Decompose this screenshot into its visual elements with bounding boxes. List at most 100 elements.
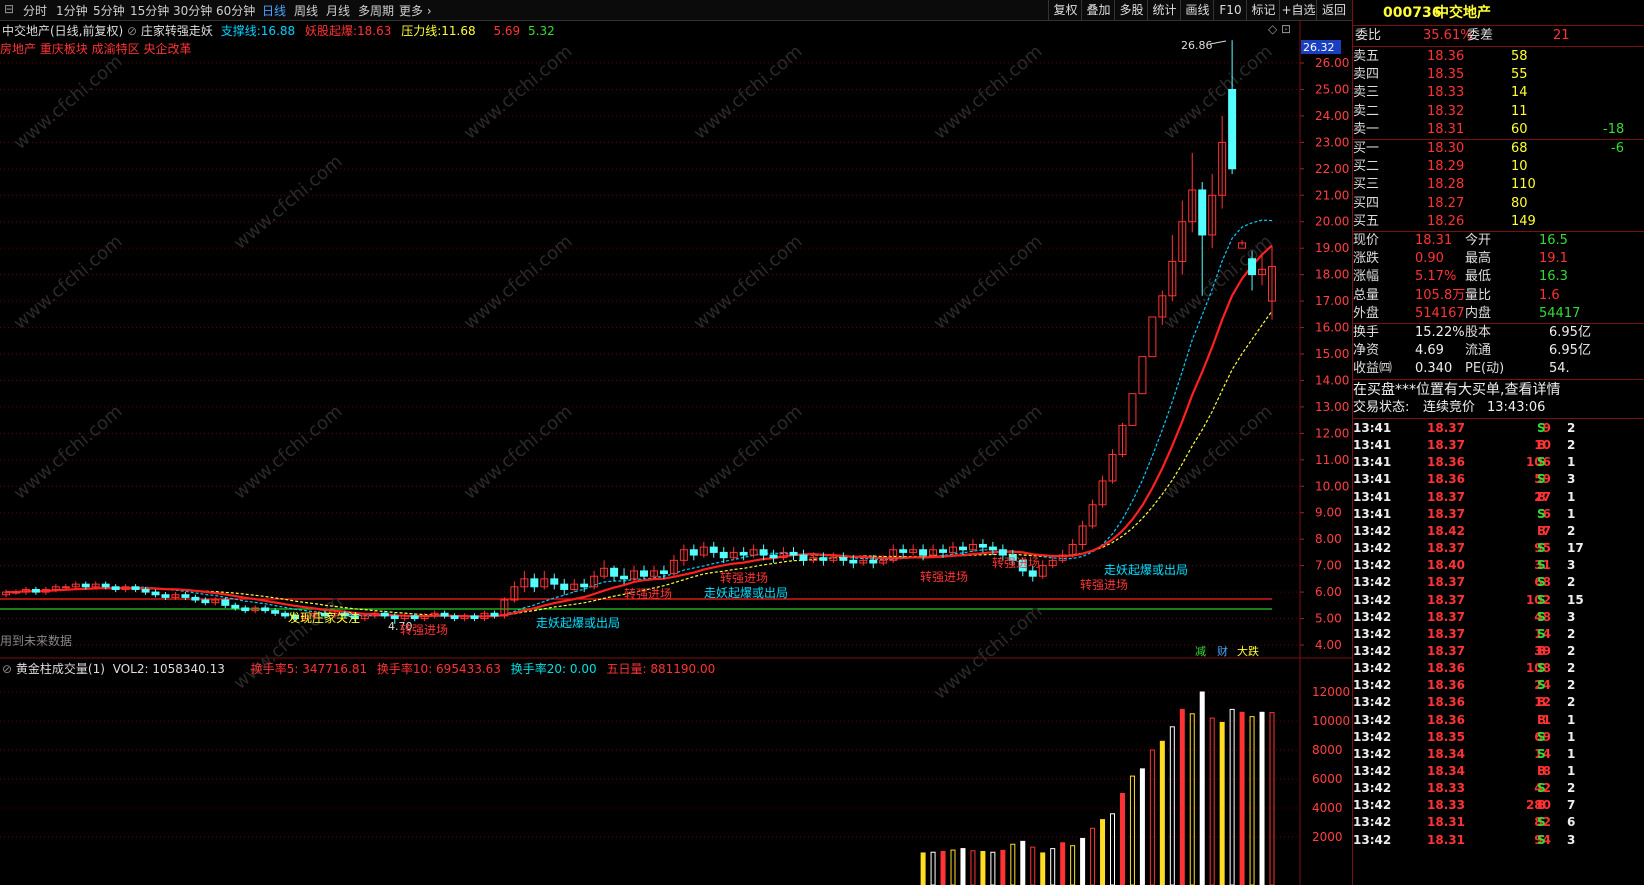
ratio-label: 委比 <box>1355 28 1382 43</box>
candle-body <box>709 546 718 553</box>
candle-body <box>739 551 748 556</box>
price-tick-label: 6.00 <box>1315 585 1342 599</box>
tick-row: 13:42 18.33 42 S 2 <box>1353 780 1644 797</box>
tick-time: 13:42 <box>1353 643 1392 658</box>
tick-row: 13:42 18.31 94 S 3 <box>1353 832 1644 849</box>
collapse-icon[interactable]: ⊟ <box>4 2 14 16</box>
candle-body <box>659 570 668 575</box>
stat-label: 总量 <box>1353 287 1380 303</box>
tick-row: 13:41 18.37 6 S 1 <box>1353 506 1644 523</box>
tick-time: 13:42 <box>1353 523 1392 538</box>
badge-0: 减 <box>1195 645 1206 658</box>
volume-bar <box>1100 819 1106 885</box>
period-tab-5[interactable]: 60分钟 <box>216 2 255 19</box>
candle-body <box>869 559 878 564</box>
period-tab-more[interactable]: 更多 › <box>399 2 432 19</box>
tick-count: 3 <box>1567 472 1576 487</box>
diff-value: 21 <box>1553 28 1570 43</box>
btn-back[interactable]: 返回 <box>1316 0 1351 20</box>
btn-fuquan[interactable]: 复权 <box>1048 0 1082 20</box>
tick-count: 2 <box>1567 695 1576 710</box>
diamond-icon[interactable]: ◇ ⊡ <box>1268 22 1291 36</box>
period-tab-3[interactable]: 15分钟 <box>130 2 169 19</box>
vol-toggle-icon[interactable]: ⊘ <box>2 662 12 676</box>
price-tick-label: 13.00 <box>1315 400 1349 414</box>
price-tick-label: 26.00 <box>1315 56 1349 70</box>
svg-text:www.cfchi.com: www.cfchi.com <box>10 51 127 154</box>
btn-f10[interactable]: F10 <box>1213 0 1247 20</box>
btn-draw[interactable]: 画线 <box>1180 0 1214 20</box>
svg-text:www.cfchi.com: www.cfchi.com <box>230 151 347 254</box>
period-toolbar: ⊟ 分时 1分钟 5分钟 15分钟 30分钟 60分钟 日线 周线 月线 多周期… <box>0 0 1352 21</box>
demon-label: 妖股起爆: <box>304 24 358 38</box>
period-tab-9[interactable]: 多周期 <box>358 2 394 19</box>
bid-vol: 10 <box>1511 159 1528 175</box>
stat-label2: 量比 <box>1465 287 1492 303</box>
candle-body <box>988 546 997 551</box>
period-tab-7[interactable]: 周线 <box>294 2 318 19</box>
volume-bar <box>1229 708 1235 885</box>
bigorder-notice[interactable]: 在买盘***位置有大买单,查看详情 <box>1353 381 1644 399</box>
ask-price: 18.32 <box>1427 103 1465 119</box>
ask-row: 卖三 18.33 14 <box>1353 84 1644 102</box>
volume-tick-label: 2000 <box>1312 830 1343 844</box>
period-tab-8[interactable]: 月线 <box>326 2 350 19</box>
btn-stats[interactable]: 统计 <box>1147 0 1181 20</box>
ask-row: 卖四 18.35 55 <box>1353 66 1644 84</box>
kline-chart[interactable]: www.cfchi.com www.cfchi.com www.cfchi.co… <box>0 20 1352 885</box>
period-tab-1[interactable]: 1分钟 <box>56 2 88 19</box>
indicator-toggle-icon[interactable]: ⊘ <box>127 24 137 38</box>
vol-indicator-name[interactable]: 黄金柱成交量(1) <box>16 662 105 676</box>
ask-vol: 14 <box>1511 85 1528 101</box>
candle-body <box>819 557 828 561</box>
concept-tags: 房地产 重庆板块 成渝特区 央企改革 <box>0 42 192 56</box>
tick-count: 1 <box>1567 489 1576 504</box>
svg-text:www.cfchi.com: www.cfchi.com <box>930 601 1047 704</box>
ask-vol: 60 <box>1511 121 1528 137</box>
tick-time: 13:41 <box>1353 421 1392 435</box>
period-tab-4[interactable]: 30分钟 <box>173 2 212 19</box>
tick-count: 2 <box>1567 661 1576 676</box>
candle-body <box>231 604 240 609</box>
tick-side: S <box>1537 832 1546 847</box>
svg-text:www.cfchi.com: www.cfchi.com <box>930 41 1047 144</box>
volume-bar <box>1249 716 1255 885</box>
price-tick-label: 22.00 <box>1315 162 1349 176</box>
btn-mark[interactable]: 标记 <box>1246 0 1280 20</box>
turnover10: 换手率10: 695433.63 <box>376 662 501 676</box>
tick-price: 18.31 <box>1427 815 1465 830</box>
candle-body <box>998 549 1007 556</box>
volume-bar <box>920 852 926 885</box>
svg-text:www.cfchi.com: www.cfchi.com <box>690 401 807 504</box>
candle-body <box>181 594 190 598</box>
price-tick-label: 24.00 <box>1315 109 1349 123</box>
bid-row: 买五 18.26 149 <box>1353 213 1644 231</box>
volume-bar <box>1060 842 1066 885</box>
period-tab-0[interactable]: 分时 <box>23 2 47 19</box>
volume-bar <box>1219 721 1225 885</box>
tick-count: 2 <box>1567 575 1576 590</box>
ask-vol: 58 <box>1511 49 1528 64</box>
tick-price: 18.36 <box>1427 661 1465 676</box>
candle-body <box>191 596 200 601</box>
tick-time: 13:42 <box>1353 781 1392 796</box>
candle-body <box>899 549 908 553</box>
period-tab-6[interactable]: 日线 <box>262 2 286 19</box>
stat2-label2: PE(动) <box>1465 361 1505 377</box>
period-tab-2[interactable]: 5分钟 <box>93 2 125 19</box>
price-tick-label: 9.00 <box>1315 506 1342 520</box>
tick-price: 18.31 <box>1427 832 1465 847</box>
tick-time: 13:42 <box>1353 764 1392 778</box>
stock-name: 中交地产 <box>1435 5 1491 21</box>
btn-add-watch[interactable]: +自选 <box>1279 0 1317 20</box>
tick-count: 1 <box>1567 729 1576 744</box>
btn-overlay[interactable]: 叠加 <box>1081 0 1115 20</box>
indicator-name[interactable]: 庄家转强走妖 <box>141 24 213 38</box>
candle-body <box>470 615 479 620</box>
tick-side: S <box>1537 592 1546 607</box>
btn-multi-stock[interactable]: 多股 <box>1114 0 1148 20</box>
turnover5: 换手率5: 347716.81 <box>250 662 368 676</box>
stat2-value: 4.69 <box>1415 343 1444 359</box>
stat2-value2: 6.95亿 <box>1549 325 1591 340</box>
candle-body <box>410 615 419 620</box>
